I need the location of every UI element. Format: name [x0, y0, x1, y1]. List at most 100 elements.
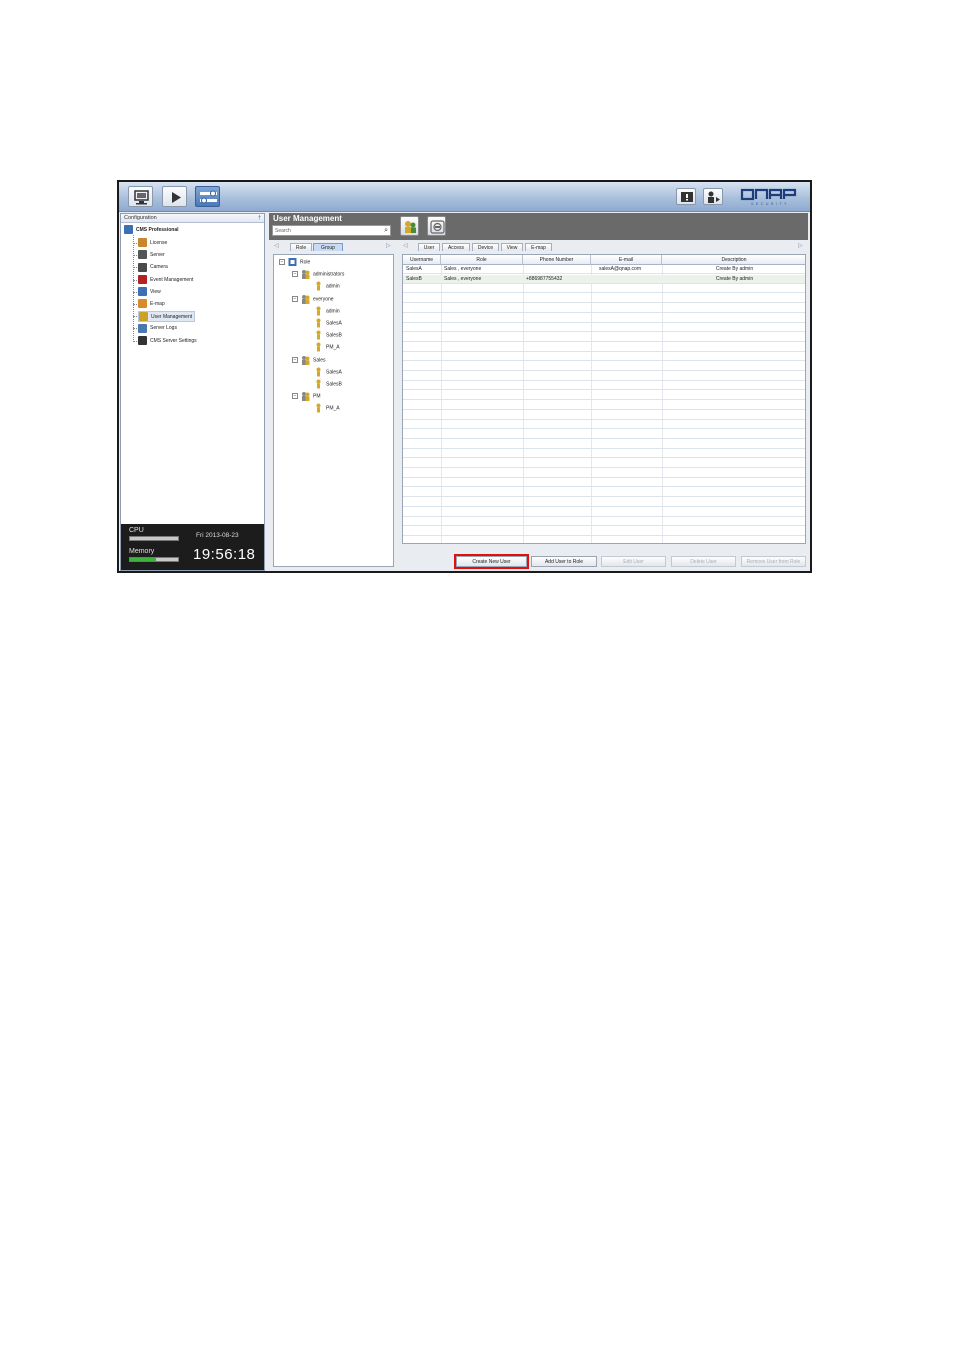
tree-item-salesa[interactable]: SalesA — [314, 367, 342, 378]
tree-item-label: PM — [313, 393, 321, 400]
status-panel: CPU Memory Fri 2013-08-23 19:56:18 — [121, 524, 264, 570]
sidebar-item-label: Server — [150, 252, 165, 259]
tab-group[interactable]: Group — [313, 243, 343, 251]
search-icon[interactable]: ⌕ — [384, 226, 388, 236]
collapse-toggle-icon[interactable]: − — [279, 259, 285, 265]
nav-root-cms-professional[interactable]: CMS Professional — [124, 225, 179, 236]
tab-view[interactable]: View — [501, 243, 523, 251]
delete-user-button[interactable]: Delete User — [671, 556, 736, 567]
table-row-empty — [403, 430, 805, 439]
tree-item-salesb[interactable]: SalesB — [314, 379, 342, 390]
table-row-empty — [403, 381, 805, 391]
configuration-button[interactable] — [195, 186, 220, 207]
tab-access[interactable]: Access — [442, 243, 470, 251]
edit-user-button[interactable]: Edit User — [601, 556, 666, 567]
table-row-empty — [403, 352, 805, 362]
logs-icon — [138, 323, 147, 333]
sidebar-item-view[interactable]: View — [138, 286, 161, 298]
remove-user-from-role-button[interactable]: Remove User from Role — [741, 556, 806, 567]
table-row-empty — [403, 449, 805, 459]
table-row-empty — [403, 411, 805, 420]
playback-button[interactable] — [162, 186, 187, 207]
tree-item-pm[interactable]: − PM — [292, 391, 321, 402]
sidebar-item-cms-server-settings[interactable]: CMS Server Settings — [138, 335, 197, 347]
column-header-e-mail[interactable]: E-mail — [591, 255, 662, 265]
status-clock: 19:56:18 — [193, 546, 256, 563]
tree-item-pm-a[interactable]: PM_A — [314, 403, 340, 414]
column-header-role[interactable]: Role — [441, 255, 523, 265]
sidebar-item-camera[interactable]: Camera — [138, 262, 168, 273]
sidebar-item-event-management[interactable]: Event Management — [138, 274, 194, 286]
refresh-button[interactable] — [427, 216, 446, 236]
tree-item-role[interactable]: − Role — [279, 257, 310, 268]
info-icon — [681, 192, 693, 202]
tree-item-label: PM_A — [326, 405, 340, 412]
sidebar-item-license[interactable]: License — [138, 238, 167, 249]
tab-scroll-left-icon[interactable]: ◁ — [274, 242, 279, 249]
license-icon — [138, 238, 147, 248]
column-header-username[interactable]: Username — [403, 255, 441, 265]
collapse-toggle-icon[interactable]: − — [292, 295, 298, 302]
tree-item-label: Role — [300, 259, 311, 266]
tree-item-admin[interactable]: admin — [314, 281, 340, 292]
monitor-icon — [134, 190, 149, 205]
tab-e-map[interactable]: E-map — [525, 243, 552, 251]
tree-item-pm-a[interactable]: PM_A — [314, 342, 340, 353]
tab-device[interactable]: Device — [472, 243, 499, 251]
column-header-description[interactable]: Description — [662, 255, 805, 265]
logout-button[interactable] — [703, 188, 723, 205]
sidebar-item-label: Server Logs — [150, 325, 177, 332]
table-row-empty — [403, 343, 805, 352]
cms-professional-icon — [124, 225, 133, 235]
table-row[interactable]: SalesB Sales , everyone +886987755432 Creat… — [403, 274, 805, 284]
table-cell-username: SalesB — [406, 275, 422, 282]
tree-item-everyone[interactable]: − everyone — [292, 294, 334, 305]
table-row[interactable]: SalesA Sales , everyone salesA@qnap.com Cre… — [403, 265, 805, 274]
tree-item-salesb[interactable]: SalesB — [314, 330, 342, 341]
sidebar-item-server[interactable]: Server — [138, 250, 165, 261]
grid-tab-scroll-left-icon[interactable]: ◁ — [403, 242, 408, 249]
collapse-toggle-icon[interactable]: − — [292, 356, 298, 363]
add-user-role-button[interactable] — [400, 216, 419, 236]
sidebar-item-label: Event Management — [150, 276, 194, 283]
table-cell-username: SalesA — [406, 266, 422, 272]
sidebar-item-server-logs[interactable]: Server Logs — [138, 323, 177, 334]
user-icon — [314, 342, 323, 352]
refresh-icon — [430, 220, 445, 234]
table-row-empty — [403, 498, 805, 507]
table-cell-role: Sales , everyone — [444, 275, 482, 282]
tab-scroll-right-icon[interactable]: ▷ — [386, 242, 391, 249]
tree-item-sales[interactable]: − Sales — [292, 355, 326, 366]
tab-role[interactable]: Role — [290, 243, 312, 251]
tree-item-administrators[interactable]: − administrators — [292, 269, 344, 280]
tree-item-label: PM_A — [326, 344, 340, 351]
tree-item-admin[interactable]: admin — [314, 306, 340, 317]
logout-icon — [708, 191, 720, 203]
add-user-to-role-button[interactable]: Add User to Role — [531, 556, 597, 567]
info-button[interactable] — [676, 188, 696, 205]
tree-item-label: Sales — [313, 356, 326, 363]
table-row-empty — [403, 478, 805, 488]
user-icon — [314, 306, 323, 316]
tree-item-salesa[interactable]: SalesA — [314, 318, 342, 329]
table-cell-e-mail: salesA@qnap.com — [598, 266, 641, 272]
table-row-empty — [403, 323, 805, 333]
pin-icon[interactable]: † — [258, 214, 261, 223]
create-new-user-button[interactable]: Create New User — [456, 556, 527, 567]
collapse-toggle-icon[interactable]: − — [292, 393, 298, 400]
tab-user[interactable]: User — [418, 243, 440, 251]
grid-tab-scroll-right-icon[interactable]: ▷ — [798, 242, 803, 249]
sidebar-item-label: User Management — [151, 314, 193, 321]
server-icon — [138, 250, 147, 260]
group-icon — [301, 294, 310, 304]
cms-window: SECURITY Configuration † CMS Professiona… — [117, 180, 812, 573]
search-input[interactable]: Search ⌕ — [272, 225, 391, 236]
tree-item-label: SalesB — [326, 332, 342, 339]
column-header-phone-number[interactable]: Phone Number — [523, 255, 591, 265]
table-cell-description: Create By admin — [715, 275, 754, 282]
collapse-toggle-icon[interactable]: − — [292, 271, 298, 278]
monitor-button[interactable] — [128, 186, 153, 207]
sidebar-item-e-map[interactable]: E-map — [138, 299, 165, 310]
configuration-panel: Configuration † CMS Professional License… — [120, 213, 265, 571]
sidebar-item-user-management[interactable]: User Management — [138, 311, 196, 323]
